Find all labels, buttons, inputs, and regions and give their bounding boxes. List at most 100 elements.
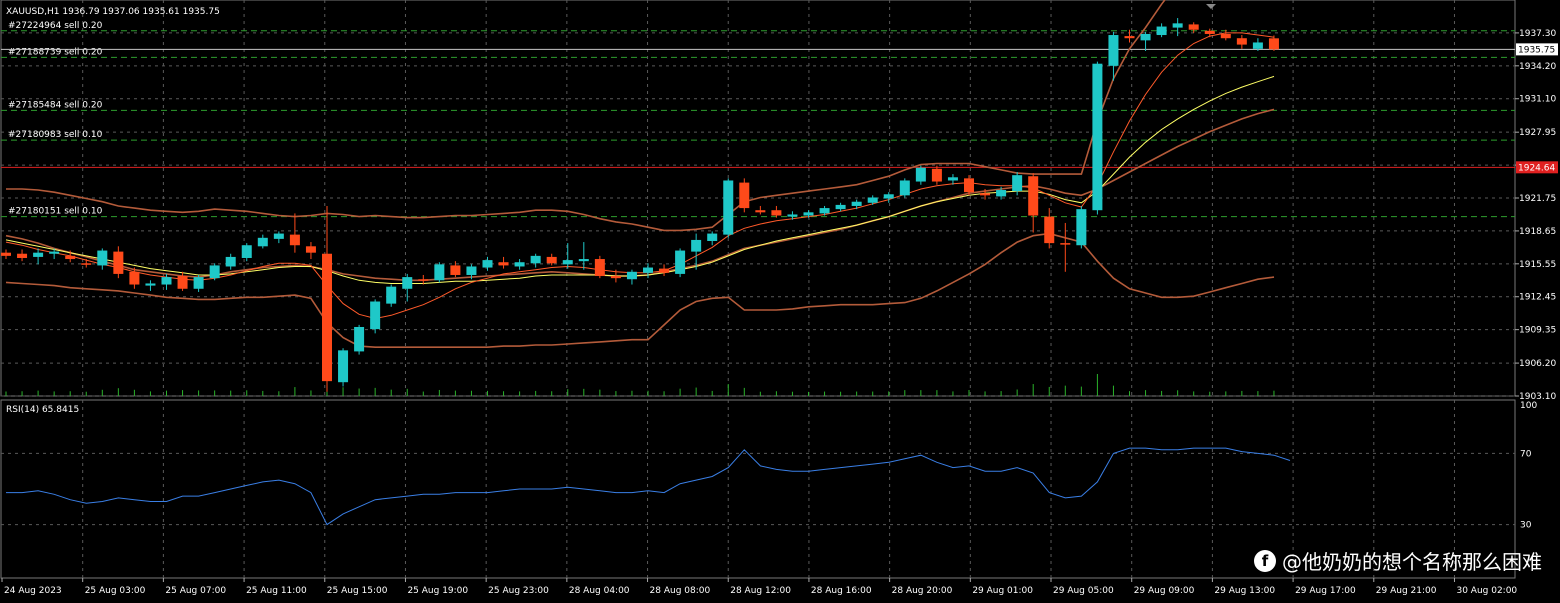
candle-body [996,190,1007,197]
candle-body [755,210,766,213]
candle-body [947,177,958,181]
candle-body [1204,30,1215,34]
chart-canvas: #27224964 sell 0.20 #27188739 sell 0.20 #2… [0,0,1560,603]
order-label: #27185484 sell 0.20 [8,100,103,110]
candle-body [482,260,493,268]
time-tick-label: 24 Aug 2023 [4,586,62,596]
order-label: #27180151 sell 0.10 [8,207,103,217]
candle-body [610,276,621,279]
time-tick-label: 28 Aug 04:00 [569,586,630,596]
rsi-tick-label: 30 [1520,521,1532,531]
candle-body [305,246,316,253]
candle-body [835,204,846,210]
candle-body [338,350,349,383]
price-tick-label: 1915.55 [1519,260,1556,270]
candle-body [1092,63,1103,211]
candle-body [81,263,92,265]
candle-body [97,250,108,266]
candle-body [1156,26,1167,36]
time-tick-label: 29 Aug 01:00 [972,586,1033,596]
time-tick-label: 29 Aug 05:00 [1053,586,1114,596]
candle-body [819,208,830,214]
candle-body [161,277,172,285]
candle-body [193,277,204,289]
time-tick-label: 29 Aug 21:00 [1376,586,1437,596]
candle-body [1012,175,1023,192]
candle-body [466,266,477,275]
alert-price-tag: 1924.64 [1518,163,1555,173]
candle-body [257,237,268,247]
time-tick-label: 25 Aug 23:00 [488,586,549,596]
candle-body [273,233,284,239]
candle-body [386,286,397,304]
candle-body [1108,35,1119,66]
candle-body [1028,176,1039,216]
candle-body [498,262,509,266]
candle-body [530,255,541,264]
time-tick-label: 28 Aug 12:00 [730,586,791,596]
candle-body [145,283,156,286]
time-tick-label: 29 Aug 09:00 [1134,586,1195,596]
candle-body [418,279,429,281]
time-tick-label: 28 Aug 16:00 [811,586,872,596]
candle-body [883,194,894,199]
candle-body [771,210,782,216]
candle-body [177,276,188,289]
candle-body [803,212,814,216]
candle-body [1060,243,1071,245]
price-tick-label: 1912.45 [1519,293,1556,303]
time-tick-label: 25 Aug 11:00 [246,586,307,596]
candle-body [675,250,686,274]
candle-body [659,268,670,273]
price-tick-label: 1921.75 [1519,194,1556,204]
price-tick-label: 1906.20 [1519,359,1556,369]
candle-body [354,326,365,352]
candle-body [434,264,445,281]
facebook-icon: f [1254,549,1276,572]
price-tick-label: 1937.30 [1519,29,1556,39]
candle-body [707,233,718,241]
candle-body [1268,38,1279,50]
candle-body [241,245,252,258]
candle-body [691,239,702,252]
candle-body [129,271,140,285]
time-tick-label: 29 Aug 17:00 [1295,586,1356,596]
candle-body [643,267,653,273]
candle-body [578,259,589,262]
time-tick-label: 28 Aug 20:00 [892,586,953,596]
candle-body [867,197,878,203]
candle-body [1188,24,1199,30]
watermark: f @他奶奶的想个名称那么困难 [1254,546,1542,575]
watermark-text: @他奶奶的想个名称那么困难 [1282,550,1542,574]
candle-body [546,256,557,264]
candle-body [851,201,862,206]
rsi-tick-label: 100 [1520,401,1537,411]
candle-body [1220,33,1231,39]
time-tick-label: 25 Aug 19:00 [407,586,468,596]
price-tick-label: 1934.20 [1519,62,1556,72]
time-tick-label: 28 Aug 08:00 [650,586,711,596]
candle-body [899,180,910,196]
candle-body [33,252,44,257]
time-tick-label: 29 Aug 13:00 [1214,586,1275,596]
order-label: #27224964 sell 0.20 [8,21,103,31]
candle-body [225,256,236,267]
candle-body [1124,36,1135,39]
candle-body [322,253,332,382]
candle-body [49,251,60,254]
candle-body [739,182,750,209]
candle-body [370,301,381,330]
candle-body [562,260,573,265]
candle-body [787,214,798,217]
time-tick-label: 30 Aug 02:00 [1456,586,1517,596]
price-tick-label: 1927.95 [1519,128,1556,138]
candle-body [980,193,991,196]
candle-body [1044,216,1055,244]
candle-body [17,253,28,258]
price-tick-label: 1931.10 [1519,95,1556,105]
candle-body [1140,33,1151,41]
candle-body [1172,23,1183,28]
candle-body [209,265,220,279]
candle-body [402,277,413,289]
candle-body [514,262,525,267]
